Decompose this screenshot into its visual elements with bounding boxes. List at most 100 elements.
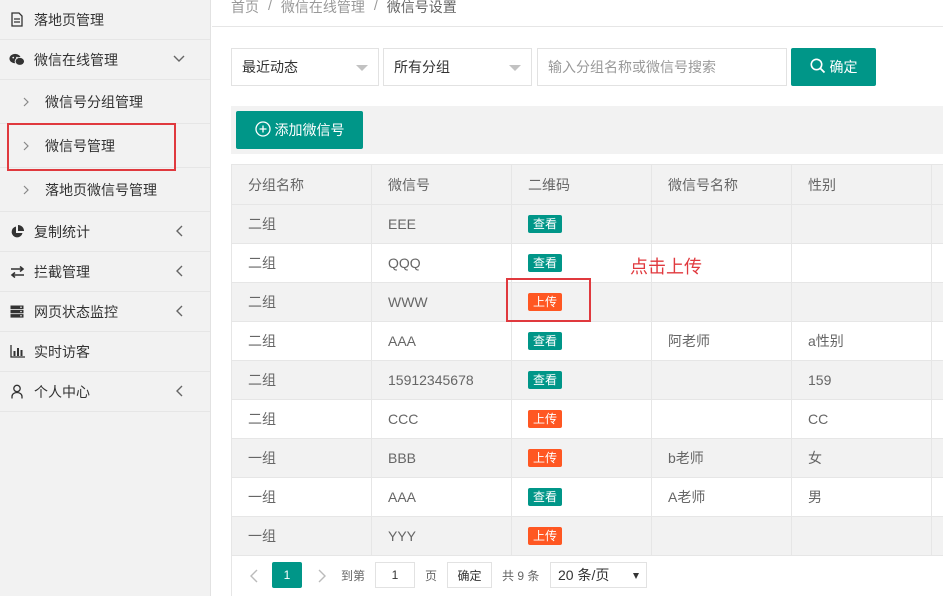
next-page-icon[interactable] (316, 569, 328, 583)
cell-wechat-name (651, 399, 792, 439)
header-gender: 性别 (791, 164, 932, 205)
cell-qrcode: 查看 (511, 477, 652, 517)
breadcrumb-current: 微信号设置 (386, 0, 457, 15)
chevron-left-icon[interactable] (172, 384, 186, 398)
search-input[interactable] (537, 48, 787, 86)
cell-overflow (931, 516, 943, 556)
cell-wechat-id: YYY (371, 516, 512, 556)
pie-chart-icon (9, 224, 25, 240)
cell-overflow (931, 282, 943, 322)
breadcrumb-home[interactable]: 首页 (231, 0, 259, 17)
cell-group: 一组 (231, 477, 372, 517)
chevron-left-icon[interactable] (172, 304, 186, 318)
user-icon (9, 384, 25, 400)
table-row: 二组 15912345678 查看 159 (231, 360, 943, 400)
sidebar-item-page-monitor[interactable]: 网页状态监控 (0, 292, 210, 332)
cell-wechat-name: 阿老师 (651, 321, 792, 361)
server-icon (9, 304, 25, 320)
add-wechat-button[interactable]: 添加微信号 (236, 111, 363, 149)
sidebar-item-label: 拦截管理 (34, 263, 90, 280)
plus-circle-icon (254, 120, 271, 140)
goto-page-input[interactable] (375, 562, 415, 588)
cell-group: 二组 (231, 204, 372, 244)
upload-qrcode-button[interactable]: 上传 (528, 410, 563, 428)
goto-confirm-button[interactable]: 确定 (447, 562, 492, 588)
sidebar-item-label: 网页状态监控 (34, 303, 118, 320)
sidebar-subitem-landing-wechat[interactable]: 落地页微信号管理 (0, 168, 210, 212)
highlight-box-sidebar (7, 123, 176, 171)
cell-gender (791, 516, 932, 556)
upload-qrcode-button[interactable]: 上传 (528, 527, 563, 545)
cell-qrcode: 上传 (511, 438, 652, 478)
wechat-icon (9, 52, 25, 68)
group-select-value: 所有分组 (394, 59, 450, 75)
chevron-left-icon[interactable] (172, 264, 186, 278)
page-size-select[interactable]: 20 条/页 (550, 562, 647, 588)
cell-wechat-id: WWW (371, 282, 512, 322)
sidebar-item-label: 实时访客 (34, 343, 90, 360)
transfer-icon (9, 264, 25, 280)
breadcrumb-wechat-online[interactable]: 微信在线管理 (281, 0, 365, 17)
table-row: 一组 AAA 查看 A老师男 (231, 477, 943, 517)
table-row: 二组 EEE 查看 (231, 204, 943, 244)
sidebar-subitem-wechat-group[interactable]: 微信号分组管理 (0, 80, 210, 124)
view-qrcode-button[interactable]: 查看 (528, 254, 563, 272)
prev-page-icon[interactable] (248, 569, 260, 583)
cell-gender: 159 (791, 360, 932, 400)
table-row: 二组 AAA 查看 阿老师 a性别 (231, 321, 943, 361)
chevron-right-icon (20, 184, 32, 196)
cell-wechat-name (651, 360, 792, 400)
cell-gender (791, 282, 932, 322)
goto-prefix: 到第 (341, 569, 366, 583)
sidebar-item-label: 个人中心 (34, 383, 90, 400)
sidebar-subitem-label: 微信号分组管理 (45, 93, 143, 110)
cell-qrcode: 查看 (511, 360, 652, 400)
view-qrcode-button[interactable]: 查看 (528, 371, 563, 389)
cell-overflow (931, 438, 943, 478)
sidebar-item-label: 落地页管理 (34, 11, 104, 28)
sidebar-item-wechat-online[interactable]: 微信在线管理 (0, 40, 210, 80)
sort-select[interactable]: 最近动态 (231, 48, 379, 86)
chevron-right-icon (20, 96, 32, 108)
current-page-button[interactable]: 1 (272, 562, 302, 588)
cell-gender: 男 (791, 477, 932, 517)
sidebar-item-copy-stats[interactable]: 复制统计 (0, 212, 210, 252)
group-select[interactable]: 所有分组 (383, 48, 532, 86)
cell-overflow (931, 360, 943, 400)
header-overflow (931, 164, 943, 205)
cell-overflow (931, 243, 943, 283)
view-qrcode-button[interactable]: 查看 (528, 332, 563, 350)
cell-wechat-id: AAA (371, 321, 512, 361)
caret-down-icon (509, 65, 521, 71)
total-count: 共 9 条 (502, 569, 540, 583)
cell-wechat-id: EEE (371, 204, 512, 244)
sidebar-subitem-label: 落地页微信号管理 (45, 181, 157, 198)
sidebar-item-landing-page[interactable]: 落地页管理 (0, 0, 210, 40)
sidebar-item-realtime-visitors[interactable]: 实时访客 (0, 332, 210, 372)
sidebar-item-personal-center[interactable]: 个人中心 (0, 372, 210, 412)
wechat-table: 分组名称 微信号 二维码 微信号名称 性别 二组 EEE 查看 二组 QQQ 查看 二组 WW… (231, 164, 943, 556)
upload-qrcode-button[interactable]: 上传 (528, 449, 563, 467)
table-header-row: 分组名称 微信号 二维码 微信号名称 性别 (231, 164, 943, 205)
cell-group: 二组 (231, 243, 372, 283)
cell-overflow (931, 399, 943, 439)
cell-qrcode: 上传 (511, 516, 652, 556)
cell-wechat-id: BBB (371, 438, 512, 478)
search-icon (810, 58, 826, 77)
header-wechat-id: 微信号 (371, 164, 512, 205)
chevron-down-icon[interactable] (172, 52, 186, 66)
caret-down-icon (356, 65, 368, 71)
search-confirm-button[interactable]: 确定 (791, 48, 876, 86)
table-row: 一组 YYY 上传 (231, 516, 943, 556)
sidebar-item-intercept[interactable]: 拦截管理 (0, 252, 210, 292)
sort-select-value: 最近动态 (242, 59, 298, 75)
pagination: 1 到第 页 确定 共 9 条 20 条/页 (231, 555, 943, 596)
cell-group: 二组 (231, 360, 372, 400)
chevron-left-icon[interactable] (172, 224, 186, 238)
table-row: 一组 BBB 上传 b老师女 (231, 438, 943, 478)
view-qrcode-button[interactable]: 查看 (528, 488, 563, 506)
cell-qrcode: 上传 (511, 399, 652, 439)
view-qrcode-button[interactable]: 查看 (528, 215, 563, 233)
cell-wechat-name (651, 282, 792, 322)
sidebar-item-label: 微信在线管理 (34, 51, 118, 68)
